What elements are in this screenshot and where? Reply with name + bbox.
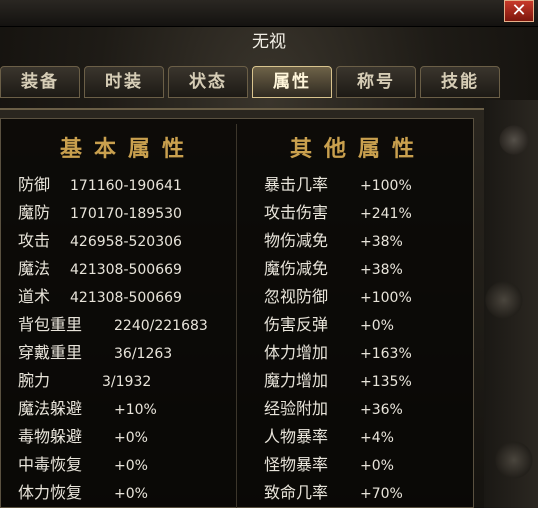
decorative-border bbox=[484, 100, 538, 508]
attribute-label: 经验附加 bbox=[264, 399, 329, 418]
attribute-label: 怪物暴率 bbox=[264, 455, 329, 474]
attribute-label: 腕力 bbox=[18, 371, 51, 390]
attribute-label: 魔法 bbox=[18, 259, 51, 278]
attribute-value: 171160-190641 bbox=[70, 178, 182, 194]
top-bar bbox=[0, 0, 538, 27]
attribute-value: +38% bbox=[360, 262, 403, 278]
attribute-value: +100% bbox=[360, 290, 412, 306]
attribute-row: 体力增加 +163% bbox=[264, 339, 412, 367]
attribute-value: +38% bbox=[360, 234, 403, 250]
attribute-label: 攻击伤害 bbox=[264, 203, 329, 222]
attribute-value: +135% bbox=[360, 374, 412, 390]
attribute-row: 穿戴重里 36/1263 bbox=[18, 339, 172, 367]
attribute-label: 毒物躲避 bbox=[18, 427, 83, 446]
attribute-value: 170170-189530 bbox=[70, 206, 182, 222]
attribute-value: +0% bbox=[114, 458, 148, 474]
attribute-label: 体力增加 bbox=[264, 343, 329, 362]
attribute-value: +36% bbox=[360, 402, 403, 418]
attribute-label: 致命几率 bbox=[264, 483, 329, 502]
attribute-value: +0% bbox=[114, 486, 148, 502]
close-icon: ✕ bbox=[511, 0, 527, 21]
tab-status[interactable]: 状态 bbox=[168, 66, 248, 98]
attribute-row: 道术 421308-500669 bbox=[18, 283, 182, 311]
attribute-row: 人物暴率 +4% bbox=[264, 423, 394, 451]
attribute-row: 攻击伤害 +241% bbox=[264, 199, 412, 227]
other-attributes-header: 其他属性 bbox=[290, 136, 427, 162]
attribute-label: 魔防 bbox=[18, 203, 51, 222]
attribute-value: +10% bbox=[114, 402, 157, 418]
attribute-row: 经验附加 +36% bbox=[264, 395, 403, 423]
attribute-value: 36/1263 bbox=[114, 346, 173, 362]
attribute-row: 魔伤减免 +38% bbox=[264, 255, 403, 283]
attribute-label: 伤害反弹 bbox=[264, 315, 329, 334]
attribute-value: 421308-500669 bbox=[70, 262, 182, 278]
attribute-value: +0% bbox=[360, 318, 394, 334]
attribute-value: +100% bbox=[360, 178, 412, 194]
attribute-row: 怪物暴率 +0% bbox=[264, 451, 394, 479]
attribute-label: 体力恢复 bbox=[18, 483, 83, 502]
attribute-row: 中毒恢复 +0% bbox=[18, 451, 148, 479]
attribute-value: 421308-500669 bbox=[70, 290, 182, 306]
attribute-row: 腕力 3/1932 bbox=[18, 367, 151, 395]
basic-attributes-header: 基本属性 bbox=[60, 136, 197, 162]
character-name: 无视 bbox=[252, 32, 286, 52]
attribute-label: 中毒恢复 bbox=[18, 455, 83, 474]
tab-titles[interactable]: 称号 bbox=[336, 66, 416, 98]
tab-skills[interactable]: 技能 bbox=[420, 66, 500, 98]
attribute-row: 物伤减免 +38% bbox=[264, 227, 403, 255]
attribute-value: +70% bbox=[360, 486, 403, 502]
attribute-value: 2240/221683 bbox=[114, 318, 208, 334]
attribute-row: 暴击几率 +100% bbox=[264, 171, 412, 199]
attribute-row: 背包重里 2240/221683 bbox=[18, 311, 208, 339]
attribute-value: +0% bbox=[114, 430, 148, 446]
attribute-row: 魔力增加 +135% bbox=[264, 367, 412, 395]
attribute-row: 伤害反弹 +0% bbox=[264, 311, 394, 339]
attribute-row: 毒物躲避 +0% bbox=[18, 423, 148, 451]
attribute-value: 3/1932 bbox=[102, 374, 152, 390]
tab-attributes[interactable]: 属性 bbox=[252, 66, 332, 98]
tab-fashion[interactable]: 时装 bbox=[84, 66, 164, 98]
attribute-label: 魔力增加 bbox=[264, 371, 329, 390]
attribute-label: 人物暴率 bbox=[264, 427, 329, 446]
attribute-row: 忽视防御 +100% bbox=[264, 283, 412, 311]
attribute-label: 暴击几率 bbox=[264, 175, 329, 194]
attribute-label: 防御 bbox=[18, 175, 51, 194]
attribute-label: 穿戴重里 bbox=[18, 343, 83, 362]
column-divider bbox=[236, 124, 237, 508]
character-window: ✕ 无视 装备 时装 状态 属性 称号 技能 基本属性 其他属性 防御 17116… bbox=[0, 0, 538, 508]
attribute-row: 体力恢复 +0% bbox=[18, 479, 148, 507]
attribute-label: 魔法躲避 bbox=[18, 399, 83, 418]
attribute-row: 攻击 426958-520306 bbox=[18, 227, 182, 255]
attribute-row: 致命几率 +70% bbox=[264, 479, 403, 507]
attribute-label: 物伤减免 bbox=[264, 231, 329, 250]
attribute-label: 道术 bbox=[18, 287, 51, 306]
attribute-row: 魔防 170170-189530 bbox=[18, 199, 182, 227]
attribute-label: 魔伤减免 bbox=[264, 259, 329, 278]
attribute-row: 魔法 421308-500669 bbox=[18, 255, 182, 283]
attribute-value: +241% bbox=[360, 206, 412, 222]
close-button[interactable]: ✕ bbox=[504, 0, 534, 22]
attribute-value: +163% bbox=[360, 346, 412, 362]
tab-equipment[interactable]: 装备 bbox=[0, 66, 80, 98]
tab-bar: 装备 时装 状态 属性 称号 技能 bbox=[0, 66, 538, 100]
attribute-value: +4% bbox=[360, 430, 394, 446]
attribute-row: 防御 171160-190641 bbox=[18, 171, 182, 199]
attribute-label: 背包重里 bbox=[18, 315, 83, 334]
attribute-value: 426958-520306 bbox=[70, 234, 182, 250]
attribute-value: +0% bbox=[360, 458, 394, 474]
attribute-row: 魔法躲避 +10% bbox=[18, 395, 157, 423]
attribute-label: 攻击 bbox=[18, 231, 51, 250]
attribute-label: 忽视防御 bbox=[264, 287, 329, 306]
